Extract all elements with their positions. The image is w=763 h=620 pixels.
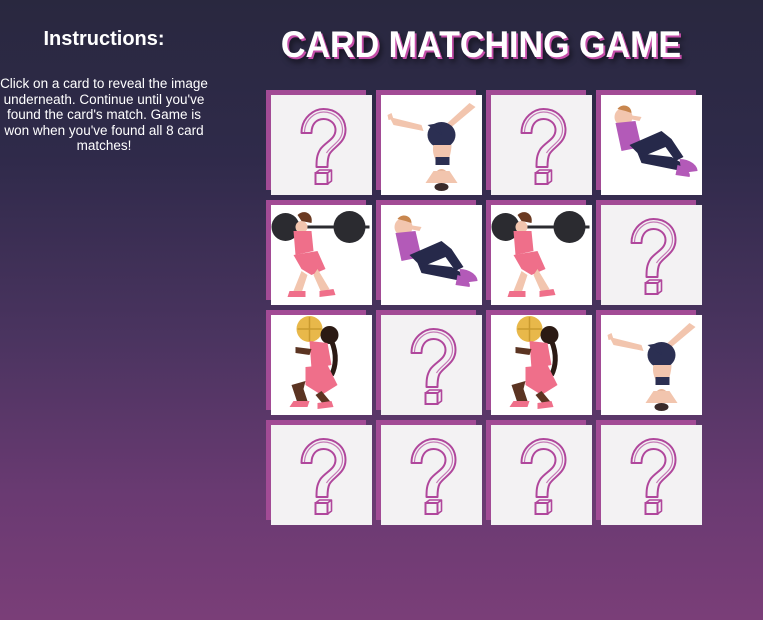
question-mark-icon bbox=[381, 315, 482, 415]
card-face-up[interactable] bbox=[596, 90, 702, 196]
card-face-down[interactable] bbox=[266, 420, 372, 526]
question-mark-icon bbox=[271, 95, 372, 195]
card-face-up[interactable] bbox=[266, 310, 372, 416]
card-face-down[interactable] bbox=[486, 90, 592, 196]
card-face-up[interactable] bbox=[376, 90, 482, 196]
question-mark-icon bbox=[491, 95, 592, 195]
game-title: CARD MATCHING GAME bbox=[280, 24, 682, 65]
question-mark-icon bbox=[271, 425, 372, 525]
card-face-down[interactable] bbox=[486, 420, 592, 526]
card-face-down[interactable] bbox=[376, 420, 482, 526]
barbell-squat-card-image bbox=[491, 205, 592, 305]
card-face-down[interactable] bbox=[596, 420, 702, 526]
headstand-card-image bbox=[601, 315, 702, 415]
card-grid bbox=[266, 90, 704, 530]
question-mark-icon bbox=[491, 425, 592, 525]
card-face-up[interactable] bbox=[266, 200, 372, 306]
question-mark-icon bbox=[381, 425, 482, 525]
card-face-down[interactable] bbox=[266, 90, 372, 196]
card-face-up[interactable] bbox=[486, 200, 592, 306]
card-face-down[interactable] bbox=[376, 310, 482, 416]
situp-card-image bbox=[381, 205, 482, 305]
headstand-card-image bbox=[381, 95, 482, 195]
instructions-text: Click on a card to reveal the image unde… bbox=[0, 76, 208, 153]
card-face-up[interactable] bbox=[376, 200, 482, 306]
card-face-down[interactable] bbox=[596, 200, 702, 306]
situp-card-image bbox=[601, 95, 702, 195]
card-face-up[interactable] bbox=[596, 310, 702, 416]
instructions-heading: Instructions: bbox=[43, 28, 165, 50]
question-mark-icon bbox=[601, 205, 702, 305]
barbell-squat-card-image bbox=[271, 205, 372, 305]
instructions-panel: Instructions: Click on a card to reveal … bbox=[0, 28, 208, 154]
ball-squat-card-image bbox=[271, 315, 372, 415]
ball-squat-card-image bbox=[491, 315, 592, 415]
card-face-up[interactable] bbox=[486, 310, 592, 416]
question-mark-icon bbox=[601, 425, 702, 525]
